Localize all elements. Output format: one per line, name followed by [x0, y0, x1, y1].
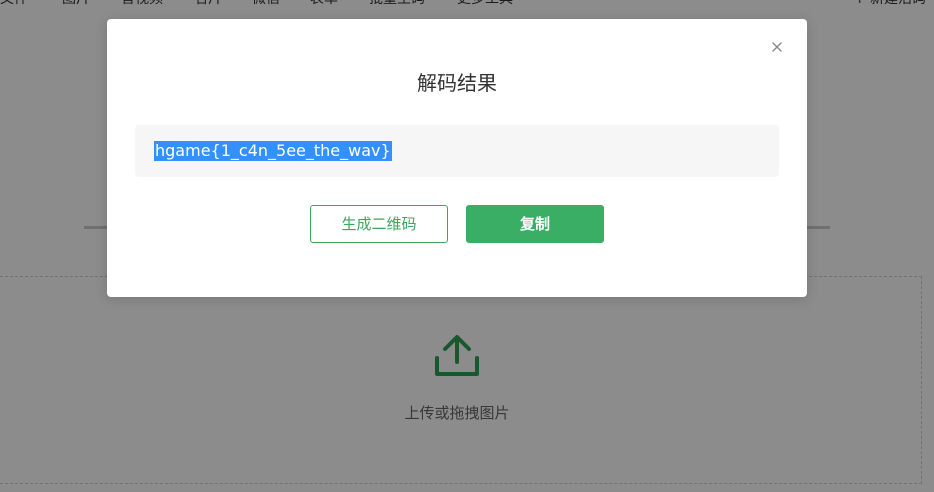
page: 文件 图片 音视频 名片 微信 表单 批量生码 更多工具 + 新建活码 上传或拖…: [0, 0, 934, 492]
copy-button[interactable]: 复制: [466, 205, 604, 243]
result-box: hgame{1_c4n_5ee_the_wav}: [135, 125, 779, 177]
close-icon[interactable]: [769, 39, 785, 55]
decode-result-dialog: 解码结果 hgame{1_c4n_5ee_the_wav} 生成二维码 复制: [107, 19, 807, 297]
generate-qr-button[interactable]: 生成二维码: [310, 205, 448, 243]
dialog-title: 解码结果: [417, 71, 497, 95]
decoded-text[interactable]: hgame{1_c4n_5ee_the_wav}: [154, 141, 392, 161]
